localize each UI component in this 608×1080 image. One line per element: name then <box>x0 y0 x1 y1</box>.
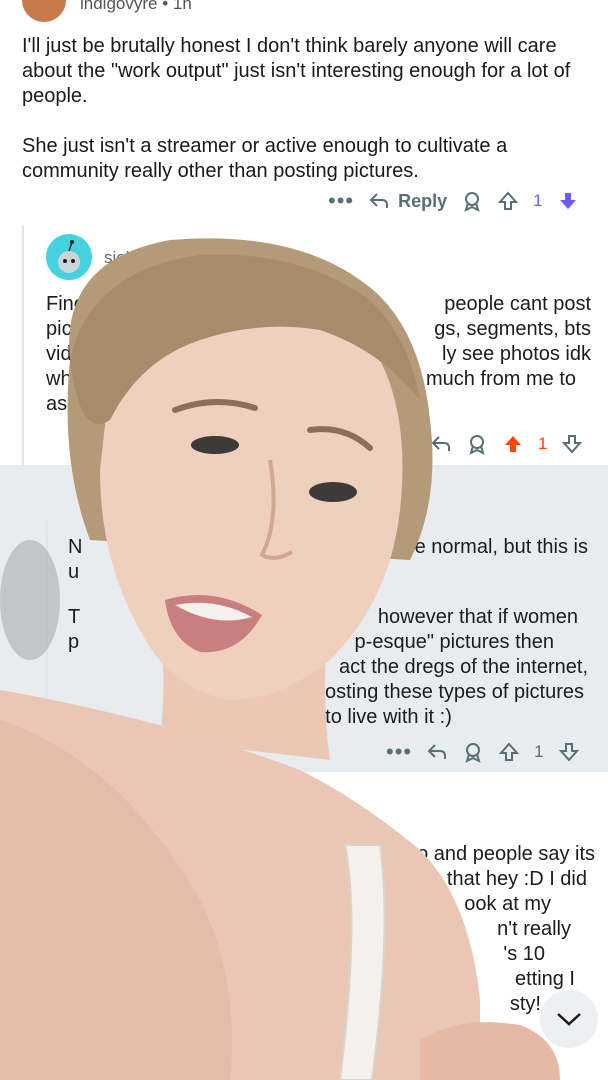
snoo-avatar-icon <box>58 240 80 273</box>
comment-line: vids <box>46 343 82 365</box>
comment-body: ideo and people say its that hey :D I di… <box>200 842 595 1017</box>
comment-line: etting I <box>514 968 575 990</box>
comment-line: pictur <box>46 318 95 340</box>
avatar[interactable] <box>46 234 92 280</box>
comment-line: as <box>46 393 68 415</box>
comment-line: ht have to live with it :) <box>254 706 452 728</box>
comment-line: 's 10 <box>503 943 545 965</box>
upvote-icon[interactable] <box>497 190 519 212</box>
comment-author[interactable]: indigovyre • 1h <box>80 0 192 14</box>
reply-button[interactable]: Reply <box>368 191 447 212</box>
comment-line: posting these types of pictures <box>313 681 584 703</box>
comment-line: e normal, but this is <box>414 536 588 558</box>
comment-line: n't really <box>497 918 571 940</box>
comment-line: however that if women <box>377 606 578 628</box>
comment-line: people cant post <box>444 293 591 315</box>
reddit-thread-screen: indigovyre • 1h I'll just be brutally ho… <box>0 0 608 1080</box>
comment-line: ook at my <box>464 893 551 915</box>
vote-count: 1 <box>533 191 543 210</box>
more-icon[interactable]: ••• <box>328 188 354 214</box>
avatar[interactable] <box>22 0 66 22</box>
comment-line: T <box>68 606 81 628</box>
comment-body: I'll just be brutally honest I don't thi… <box>22 34 592 209</box>
scroll-down-button[interactable] <box>540 990 598 1048</box>
comment-actions: ••• Reply 1 <box>328 188 579 214</box>
upvote-icon[interactable] <box>498 741 520 763</box>
downvote-icon[interactable] <box>561 433 583 455</box>
upvote-icon[interactable] <box>502 433 524 455</box>
comment-line: Fine if yo <box>46 293 128 315</box>
comment-line: N <box>68 536 83 558</box>
downvote-icon[interactable] <box>558 741 580 763</box>
comment-paragraph: I'll just be brutally honest I don't thi… <box>22 35 571 107</box>
vote-count: 1 <box>538 434 548 453</box>
chevron-down-icon <box>557 1013 581 1026</box>
author-name[interactable]: sjokz <box>104 248 143 267</box>
reply-icon <box>369 193 389 208</box>
award-icon[interactable] <box>462 741 484 763</box>
comment-body: Fine if yo people cant post pictur gs, seg… <box>46 292 591 417</box>
comment-body: Ne normal, but this is u Thowever that i… <box>68 535 588 730</box>
reply-label: Reply <box>398 190 448 211</box>
comment-line: u <box>68 561 80 583</box>
comment-line: sty! <box>509 993 541 1015</box>
more-icon[interactable]: ••• <box>386 739 412 765</box>
op-badge: OP <box>146 248 172 267</box>
thread-line[interactable] <box>46 520 48 730</box>
award-icon[interactable] <box>466 433 488 455</box>
comment-line: ideo and people say its <box>390 843 595 865</box>
comment-line: gs, segments, bts <box>434 318 591 340</box>
comment-line: wh <box>46 368 72 390</box>
reply-icon[interactable] <box>426 742 448 762</box>
award-icon[interactable] <box>461 190 483 212</box>
comment-age: • 1h <box>162 0 192 13</box>
comment-line: much from me to <box>425 368 576 390</box>
comment-author[interactable]: sjokz OP <box>104 248 171 268</box>
comment-actions: 1 <box>430 433 583 455</box>
comment-line: p-esque" pictures then <box>354 631 554 653</box>
vote-count: 1 <box>534 742 544 761</box>
downvote-icon[interactable] <box>557 190 579 212</box>
comment-paragraph: She just isn't a streamer or active enou… <box>22 135 508 182</box>
comment-line: ly see photos idk <box>442 343 591 365</box>
author-name[interactable]: indigovyre <box>80 0 158 13</box>
comment-actions: ••• 1 <box>386 739 580 765</box>
comment-line: p <box>68 631 80 653</box>
comment-line: that hey :D I did <box>446 868 587 890</box>
comment-line: act the dregs of the internet, <box>338 656 588 678</box>
reply-icon[interactable] <box>430 434 452 454</box>
